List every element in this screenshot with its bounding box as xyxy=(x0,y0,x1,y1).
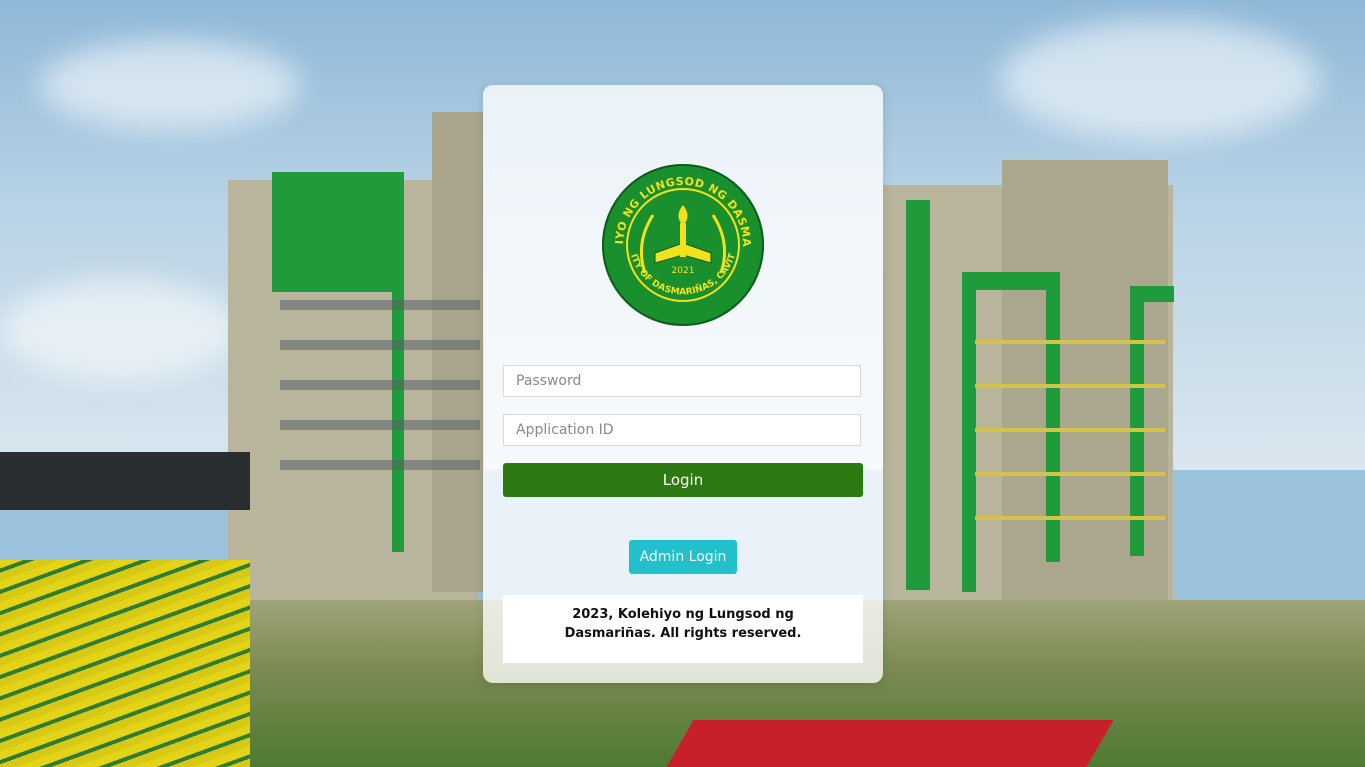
building-stripe xyxy=(975,472,1165,476)
building-stripe xyxy=(975,340,1165,344)
copyright-text: 2023, Kolehiyo ng Lungsod ng Dasmariñas.… xyxy=(564,607,802,641)
admin-login-button[interactable]: Admin Login xyxy=(629,540,737,574)
footer-copyright: 2023, Kolehiyo ng Lungsod ng Dasmariñas.… xyxy=(503,595,863,663)
stadium-seats xyxy=(0,560,250,767)
password-input[interactable] xyxy=(503,365,861,397)
building-pillar xyxy=(962,272,976,592)
building-facade xyxy=(272,172,404,292)
building-stripe xyxy=(975,384,1165,388)
window-row xyxy=(280,380,480,390)
application-id-input[interactable] xyxy=(503,414,861,446)
building-pillar xyxy=(392,172,404,552)
cloud xyxy=(1000,20,1320,140)
cloud xyxy=(40,40,300,130)
building-stripe xyxy=(975,516,1165,520)
building-stripe xyxy=(975,428,1165,432)
window-row xyxy=(280,420,480,430)
building-pillar xyxy=(906,200,930,590)
window-row xyxy=(280,300,480,310)
login-card: KOLEHIYO NG LUNGSOD NG DASMARIÑAS CITY O… xyxy=(483,85,883,683)
logo-year: 2021 xyxy=(672,266,695,276)
college-seal-logo: KOLEHIYO NG LUNGSOD NG DASMARIÑAS CITY O… xyxy=(601,163,764,326)
building-tower xyxy=(432,112,484,592)
window-row xyxy=(280,340,480,350)
window-row xyxy=(280,460,480,470)
cloud xyxy=(0,280,240,380)
running-track xyxy=(666,720,1114,767)
stadium-roof xyxy=(0,452,250,510)
login-button[interactable]: Login xyxy=(503,463,863,497)
